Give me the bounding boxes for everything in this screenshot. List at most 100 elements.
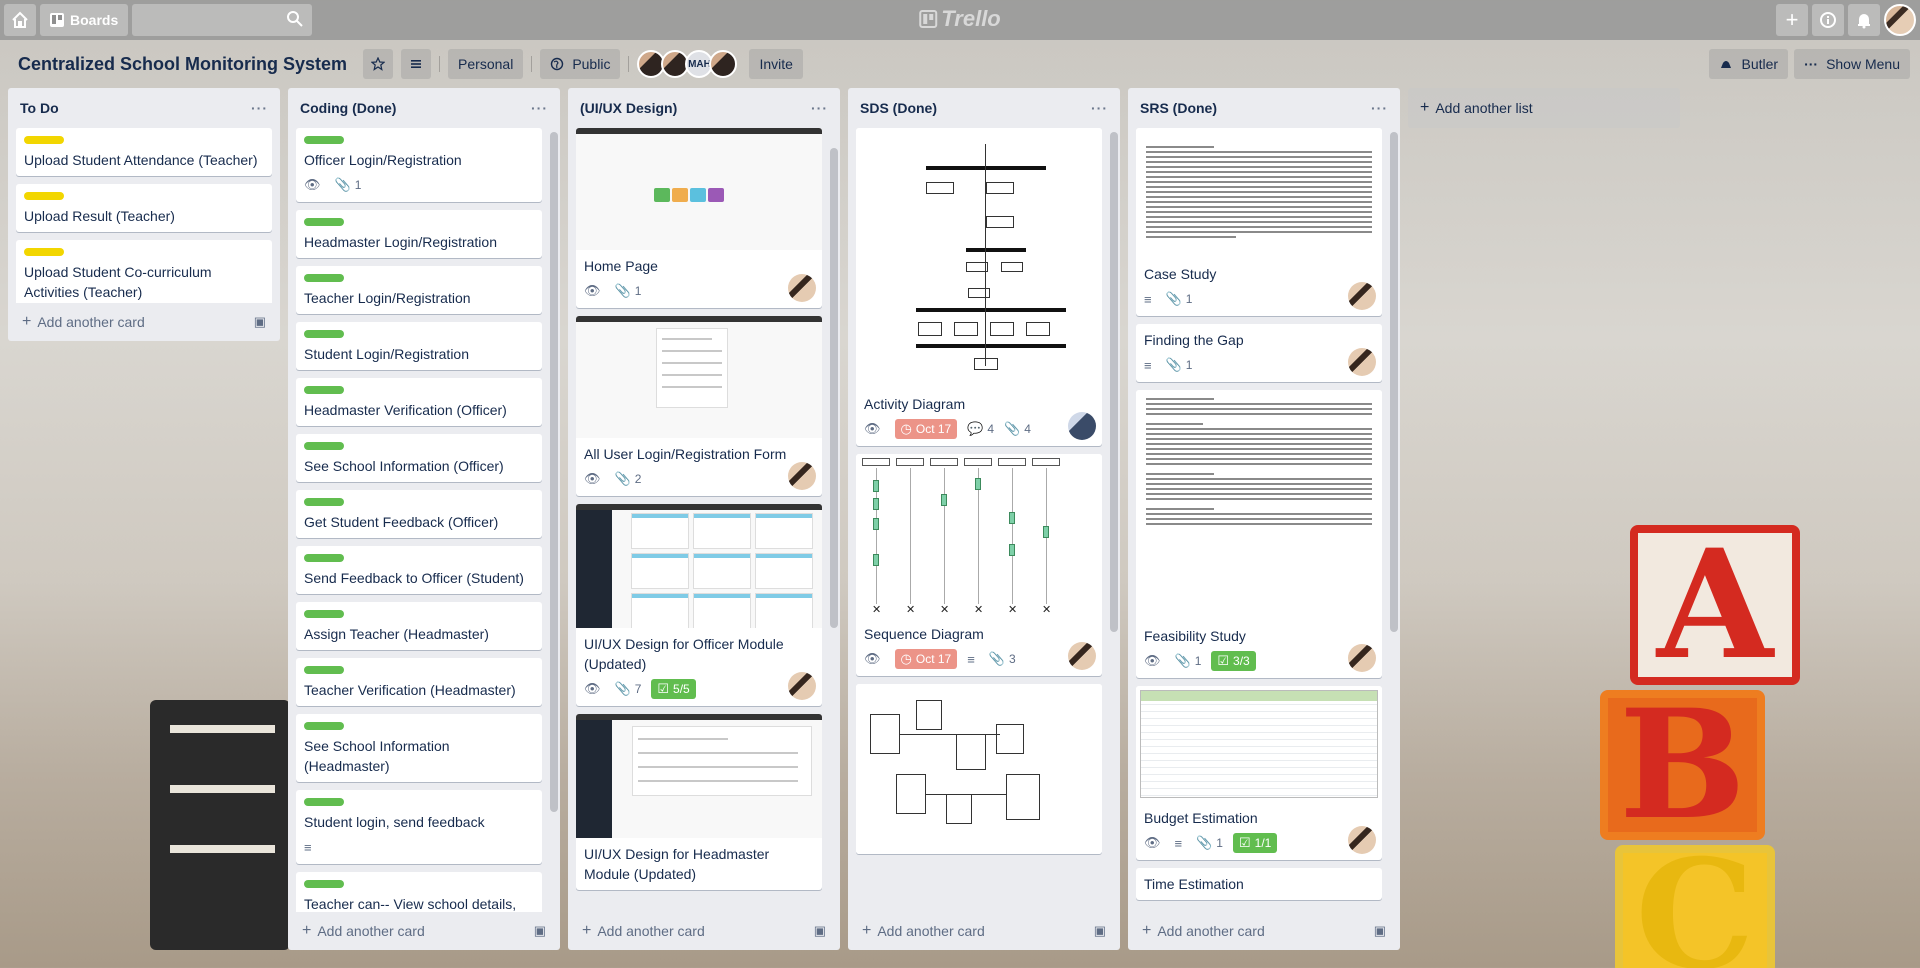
label-green[interactable] <box>304 666 344 674</box>
card[interactable]: Activity Diagram 👁 ◷ Oct 17 💬 4 📎 4 <box>856 128 1102 446</box>
list-menu-icon[interactable]: ··· <box>1091 100 1108 116</box>
label-green[interactable] <box>304 136 344 144</box>
trello-logo[interactable]: Trello <box>919 6 1001 32</box>
card[interactable]: Get Student Feedback (Officer) <box>296 490 542 538</box>
list-scrollbar[interactable] <box>830 128 838 912</box>
label-green[interactable] <box>304 442 344 450</box>
list-header[interactable]: To Do ··· <box>8 88 280 128</box>
list-title[interactable]: SRS (Done) <box>1140 100 1217 116</box>
card[interactable]: Finding the Gap ≡ 📎 1 <box>1136 324 1382 382</box>
add-card-button[interactable]: + Add another card ▣ <box>288 912 560 950</box>
card[interactable]: UI/UX Design for Officer Module (Updated… <box>576 504 822 706</box>
card-member-avatar[interactable] <box>1348 282 1376 310</box>
add-card-button[interactable]: + Add another card ▣ <box>8 303 280 341</box>
card-template-icon[interactable]: ▣ <box>814 923 826 939</box>
list-menu-icon[interactable]: ··· <box>251 100 268 116</box>
butler-button[interactable]: Butler <box>1709 49 1789 79</box>
show-menu-button[interactable]: ··· Show Menu <box>1794 49 1910 79</box>
list-menu-icon[interactable]: ··· <box>1371 100 1388 116</box>
list-title[interactable]: Coding (Done) <box>300 100 396 116</box>
boards-button[interactable]: Boards <box>40 4 129 36</box>
label-green[interactable] <box>304 386 344 394</box>
card[interactable]: Assign Teacher (Headmaster) <box>296 602 542 650</box>
member-avatar[interactable] <box>709 50 738 78</box>
list-scrollbar[interactable] <box>1390 128 1398 912</box>
due-date-badge[interactable]: ◷ Oct 17 <box>894 649 958 669</box>
card[interactable]: UI/UX Design for Headmaster Module (Upda… <box>576 714 822 890</box>
label-green[interactable] <box>304 330 344 338</box>
card[interactable]: Case Study ≡ 📎 1 <box>1136 128 1382 316</box>
card-template-icon[interactable]: ▣ <box>1374 923 1386 939</box>
card-member-avatar[interactable] <box>1068 642 1096 670</box>
label-green[interactable] <box>304 798 344 806</box>
card[interactable]: Budget Estimation 👁 ≡ 📎 1 ☑ 1/1 <box>1136 686 1382 860</box>
search-input[interactable] <box>132 4 313 36</box>
list-title[interactable]: (UI/UX Design) <box>580 100 677 116</box>
star-button[interactable] <box>363 49 394 79</box>
card[interactable]: See School Information (Headmaster) <box>296 714 542 782</box>
label-green[interactable] <box>304 218 344 226</box>
card[interactable]: Home Page 👁 📎 1 <box>576 128 822 308</box>
list-header[interactable]: SDS (Done) ··· <box>848 88 1120 128</box>
card-member-avatar[interactable] <box>1348 348 1376 376</box>
visibility-button[interactable]: Public <box>540 49 621 79</box>
card[interactable]: Student Login/Registration <box>296 322 542 370</box>
list-title[interactable]: SDS (Done) <box>860 100 937 116</box>
card[interactable]: Upload Result (Teacher) <box>16 184 272 232</box>
due-date-badge[interactable]: ◷ Oct 17 <box>894 419 958 439</box>
card[interactable]: Send Feedback to Officer (Student) <box>296 546 542 594</box>
list-menu-icon[interactable]: ··· <box>531 100 548 116</box>
card[interactable] <box>856 684 1102 854</box>
list-header[interactable]: SRS (Done) ··· <box>1128 88 1400 128</box>
card-member-avatar[interactable] <box>1348 644 1376 672</box>
create-button[interactable]: + <box>1776 4 1808 36</box>
card-template-icon[interactable]: ▣ <box>254 314 266 330</box>
add-card-button[interactable]: + Add another card ▣ <box>848 912 1120 950</box>
card[interactable]: Feasibility Study 👁 📎 1 ☑ 3/3 <box>1136 390 1382 678</box>
card[interactable]: ✕ ✕ ✕ ✕ ✕ ✕ Sequence Diagram 👁 ◷ Oct 17 ≡ 📎 3 <box>856 454 1102 676</box>
list-scrollbar[interactable] <box>550 128 558 912</box>
list-menu-icon[interactable]: ··· <box>811 100 828 116</box>
label-green[interactable] <box>304 722 344 730</box>
label-green[interactable] <box>304 610 344 618</box>
list-header[interactable]: Coding (Done) ··· <box>288 88 560 128</box>
card[interactable]: Headmaster Verification (Officer) <box>296 378 542 426</box>
card[interactable]: Student login, send feedback ≡ <box>296 790 542 864</box>
add-list-button[interactable]: + Add another list <box>1408 88 1680 128</box>
card[interactable]: Teacher Login/Registration <box>296 266 542 314</box>
invite-button[interactable]: Invite <box>749 49 803 79</box>
card[interactable]: Officer Login/Registration 👁 📎 1 <box>296 128 542 202</box>
card[interactable]: Upload Student Attendance (Teacher) <box>16 128 272 176</box>
label-yellow[interactable] <box>24 136 64 144</box>
label-yellow[interactable] <box>24 192 64 200</box>
label-green[interactable] <box>304 274 344 282</box>
card-member-avatar[interactable] <box>788 672 816 700</box>
card[interactable]: Time Estimation <box>1136 868 1382 900</box>
card-member-avatar[interactable] <box>1348 826 1376 854</box>
card[interactable]: Upload Student Co-curriculum Activities … <box>16 240 272 303</box>
home-button[interactable] <box>4 4 36 36</box>
list-title[interactable]: To Do <box>20 100 59 116</box>
label-green[interactable] <box>304 880 344 888</box>
card-member-avatar[interactable] <box>1068 412 1096 440</box>
card[interactable]: Headmaster Login/Registration <box>296 210 542 258</box>
card[interactable]: Teacher can-- View school details, add s… <box>296 872 542 912</box>
board-title[interactable]: Centralized School Monitoring System <box>18 54 347 75</box>
add-card-button[interactable]: + Add another card ▣ <box>1128 912 1400 950</box>
card[interactable]: Teacher Verification (Headmaster) <box>296 658 542 706</box>
board-views-button[interactable] <box>401 49 432 79</box>
label-green[interactable] <box>304 554 344 562</box>
info-button[interactable] <box>1812 4 1844 36</box>
card-member-avatar[interactable] <box>788 462 816 490</box>
label-yellow[interactable] <box>24 248 64 256</box>
list-scrollbar[interactable] <box>1110 128 1118 912</box>
card-template-icon[interactable]: ▣ <box>1094 923 1106 939</box>
user-avatar[interactable] <box>1884 4 1916 36</box>
card-template-icon[interactable]: ▣ <box>534 923 546 939</box>
card-member-avatar[interactable] <box>788 274 816 302</box>
list-header[interactable]: (UI/UX Design) ··· <box>568 88 840 128</box>
notifications-button[interactable] <box>1848 4 1880 36</box>
card[interactable]: See School Information (Officer) <box>296 434 542 482</box>
label-green[interactable] <box>304 498 344 506</box>
add-card-button[interactable]: + Add another card ▣ <box>568 912 840 950</box>
